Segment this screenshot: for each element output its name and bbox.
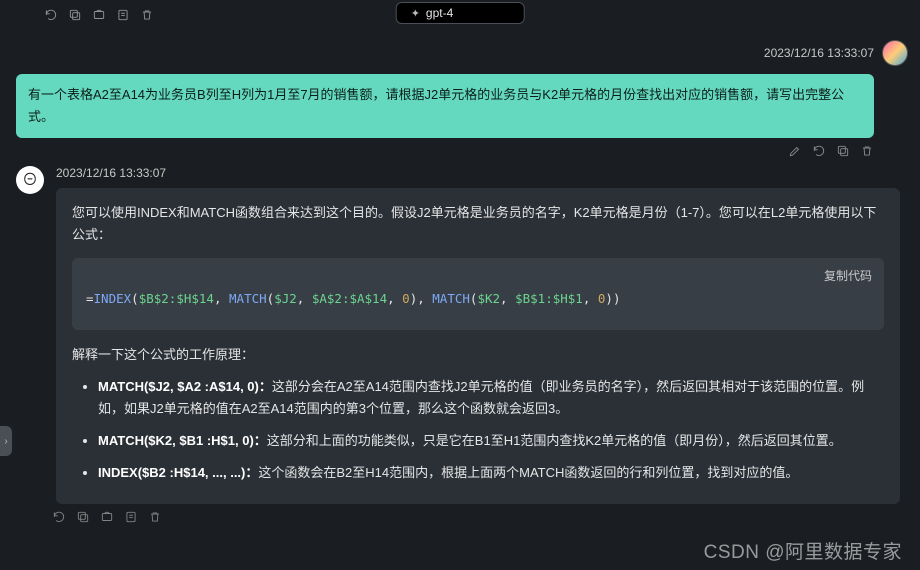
user-message-header: 2023/12/16 13:33:07 xyxy=(0,30,920,70)
explain-heading: 解释一下这个公式的工作原理： xyxy=(72,344,884,366)
model-name: gpt-4 xyxy=(426,6,453,20)
watermark: CSDN @阿里数据专家 xyxy=(704,537,902,564)
export-icon[interactable] xyxy=(116,8,130,22)
ai-message-actions xyxy=(0,504,920,524)
toolbar-icons xyxy=(44,8,154,22)
ai-timestamp: 2023/12/16 13:33:07 xyxy=(56,166,900,180)
explanation-list: MATCH($J2, $A2 :A$14, 0)：这部分会在A2至A14范围内查… xyxy=(72,376,884,484)
user-avatar xyxy=(882,40,908,66)
ai-intro: 您可以使用INDEX和MATCH函数组合来达到这个目的。假设J2单元格是业务员的… xyxy=(72,202,884,246)
ai-content: 2023/12/16 13:33:07 您可以使用INDEX和MATCH函数组合… xyxy=(56,166,910,504)
ai-message-row: 2023/12/16 13:33:07 您可以使用INDEX和MATCH函数组合… xyxy=(0,160,920,504)
copy-icon[interactable] xyxy=(76,510,90,524)
code-block: 复制代码 =INDEX($B$2:$H$14, MATCH($J2, $A$2:… xyxy=(72,258,884,329)
refresh-icon[interactable] xyxy=(44,8,58,22)
export-icon[interactable] xyxy=(124,510,138,524)
user-timestamp: 2023/12/16 13:33:07 xyxy=(764,46,874,60)
model-selector[interactable]: ✦ gpt-4 xyxy=(396,2,525,24)
list-item: INDEX($B2 :H$14, ..., ...)：这个函数会在B2至H14范… xyxy=(98,462,884,484)
ai-message-body: 您可以使用INDEX和MATCH函数组合来达到这个目的。假设J2单元格是业务员的… xyxy=(56,188,900,504)
copy-icon[interactable] xyxy=(836,144,850,158)
side-drawer-toggle[interactable]: › xyxy=(0,426,12,456)
list-item: MATCH($J2, $A2 :A$14, 0)：这部分会在A2至A14范围内查… xyxy=(98,376,884,420)
refresh-icon[interactable] xyxy=(52,510,66,524)
list-item: MATCH($K2, $B1 :H$1, 0)：这部分和上面的功能类似，只是它在… xyxy=(98,430,884,452)
delete-icon[interactable] xyxy=(148,510,162,524)
copy-code-button[interactable]: 复制代码 xyxy=(824,266,872,286)
copy-icon[interactable] xyxy=(68,8,82,22)
screenshot-icon[interactable] xyxy=(100,510,114,524)
user-message-bubble: 有一个表格A2至A14为业务员B列至H列为1月至7月的销售额，请根据J2单元格的… xyxy=(16,74,874,138)
sparkle-icon: ✦ xyxy=(411,7,420,20)
edit-icon[interactable] xyxy=(788,144,802,158)
ai-avatar xyxy=(16,166,44,194)
refresh-icon[interactable] xyxy=(812,144,826,158)
screenshot-icon[interactable] xyxy=(92,8,106,22)
formula-code: =INDEX($B$2:$H$14, MATCH($J2, $A$2:$A$14… xyxy=(72,258,884,329)
user-message-text: 有一个表格A2至A14为业务员B列至H列为1月至7月的销售额，请根据J2单元格的… xyxy=(28,87,844,124)
delete-icon[interactable] xyxy=(140,8,154,22)
top-toolbar: ✦ gpt-4 xyxy=(0,0,920,30)
delete-icon[interactable] xyxy=(860,144,874,158)
user-message-actions xyxy=(0,138,920,160)
